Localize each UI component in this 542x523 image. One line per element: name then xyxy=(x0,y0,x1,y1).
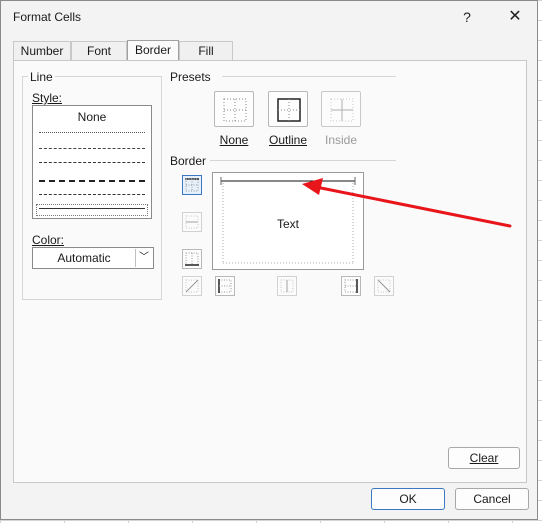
border-section-label: Border xyxy=(168,154,209,168)
border-preview[interactable]: Text xyxy=(212,172,364,270)
border-inside-horizontal-button[interactable] xyxy=(182,212,202,232)
style-label: Style: xyxy=(30,91,65,105)
help-button[interactable]: ? xyxy=(447,3,487,31)
tab-fill[interactable]: Fill xyxy=(179,41,233,61)
border-top-icon xyxy=(185,178,199,192)
preset-outline-label: Outline xyxy=(268,133,308,147)
border-diagonal-down-button[interactable] xyxy=(374,276,394,296)
preset-none-icon xyxy=(223,98,247,122)
border-bottom-button[interactable] xyxy=(182,249,202,269)
border-top-button[interactable] xyxy=(182,175,202,195)
border-right-icon xyxy=(344,279,358,293)
line-style-selection xyxy=(36,204,148,216)
ok-button[interactable]: OK xyxy=(371,488,445,510)
tab-number[interactable]: Number xyxy=(13,41,71,61)
line-style-none[interactable]: None xyxy=(33,110,151,124)
preset-outline-icon xyxy=(277,98,301,122)
color-label: Color: xyxy=(30,233,67,247)
line-style-dash[interactable] xyxy=(39,194,145,195)
border-diagonal-up-button[interactable] xyxy=(182,276,202,296)
border-divider xyxy=(210,160,396,161)
title-bar: Format Cells ? ✕ xyxy=(1,1,537,33)
preview-text: Text xyxy=(276,217,299,231)
color-dropdown[interactable]: Automatic ﹀ xyxy=(32,247,154,269)
preset-inside-button[interactable] xyxy=(321,91,361,127)
preset-outline-button[interactable] xyxy=(268,91,308,127)
chevron-down-icon[interactable]: ﹀ xyxy=(135,249,152,267)
format-cells-dialog: Format Cells ? ✕ Number Font Border Fill… xyxy=(0,0,538,520)
preset-none-button[interactable] xyxy=(214,91,254,127)
dialog-title: Format Cells xyxy=(13,10,82,24)
line-style-hair[interactable] xyxy=(39,132,145,133)
cancel-button[interactable]: Cancel xyxy=(455,488,529,510)
border-left-button[interactable] xyxy=(215,276,235,296)
line-style-list[interactable]: None xyxy=(32,105,152,219)
presets-divider xyxy=(222,76,396,77)
border-left-icon xyxy=(218,279,232,293)
close-button[interactable]: ✕ xyxy=(495,3,535,31)
presets-section-label: Presets xyxy=(168,70,213,84)
line-style-dash-dot[interactable] xyxy=(39,162,145,163)
line-style-dotted[interactable] xyxy=(39,148,145,149)
clear-label: Clear xyxy=(469,451,499,465)
diagonal-up-icon xyxy=(185,279,199,293)
preset-inside-icon xyxy=(330,98,354,122)
border-inside-vertical-button[interactable] xyxy=(277,276,297,296)
tab-font[interactable]: Font xyxy=(71,41,127,61)
line-style-medium-dash-dot[interactable] xyxy=(39,180,145,182)
preset-none-label: None xyxy=(219,133,249,147)
diagonal-down-icon xyxy=(377,279,391,293)
tab-border[interactable]: Border xyxy=(127,40,179,62)
color-value: Automatic xyxy=(57,251,111,265)
border-tab-panel: Line Style: None Color: Automatic ﹀ Pres… xyxy=(13,60,527,483)
border-bottom-icon xyxy=(185,252,199,266)
line-section-label: Line xyxy=(28,70,55,84)
border-inside-vertical-icon xyxy=(280,279,294,293)
border-right-button[interactable] xyxy=(341,276,361,296)
clear-button[interactable]: Clear xyxy=(448,447,520,469)
preset-inside-label: Inside xyxy=(324,133,358,147)
border-inside-horizontal-icon xyxy=(185,215,199,229)
